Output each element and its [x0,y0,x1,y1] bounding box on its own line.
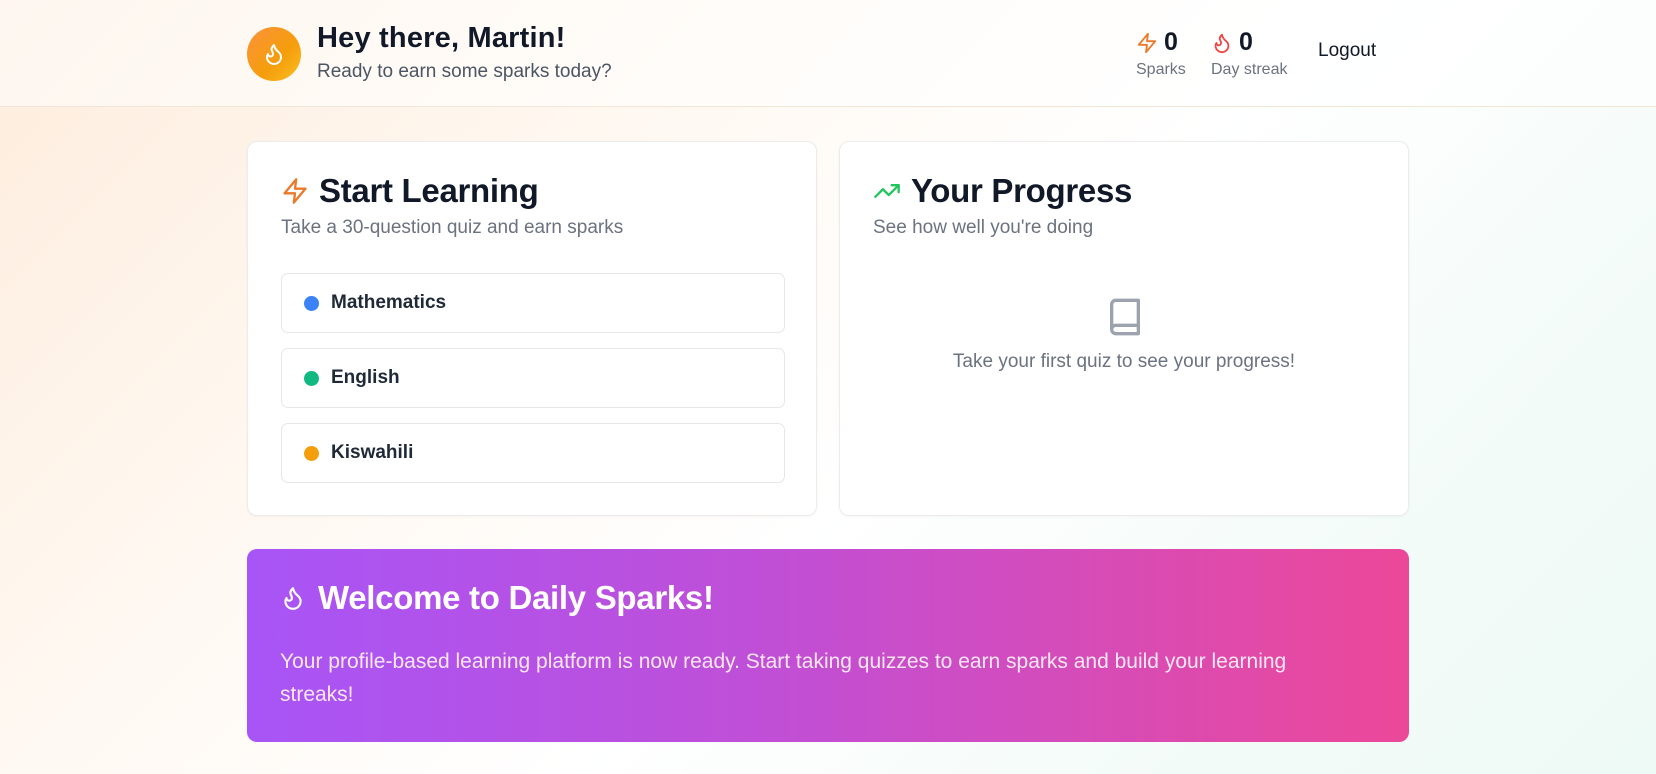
greeting-subtitle: Ready to earn some sparks today? [317,61,612,82]
bolt-icon [1137,32,1157,53]
subject-name: English [331,367,400,388]
streak-count: 0 [1239,28,1253,56]
streak-stat: 0 Day streak [1211,28,1287,79]
flame-icon [266,44,282,65]
book-icon [1110,298,1140,336]
sparks-label: Sparks [1136,61,1186,78]
subject-kiswahili-button[interactable]: Kiswahili [281,423,785,483]
streak-label: Day streak [1211,61,1288,78]
flame-icon [1214,33,1230,53]
start-learning-title: Start Learning [319,172,539,209]
start-learning-card: Start Learning Take a 30-question quiz a… [247,141,817,516]
sparks-count: 0 [1164,28,1178,56]
sparks-stat: 0 Sparks [1136,28,1186,79]
subject-mathematics-button[interactable]: Mathematics [281,273,785,333]
your-progress-subtitle: See how well you're doing [873,217,1094,238]
subject-name: Mathematics [331,292,447,313]
subject-color-dot [304,370,319,386]
subject-name: Kiswahili [331,442,414,463]
avatar [247,27,301,81]
bolt-icon [283,178,307,204]
flame-icon [284,587,302,610]
logout-button[interactable]: Logout [1318,40,1376,62]
progress-empty-message: Take your first quiz to see your progres… [952,351,1296,372]
greeting-title: Hey there, Martin! [317,22,566,54]
welcome-banner-title: Welcome to Daily Sparks! [318,579,714,616]
your-progress-heading: Your Progress [873,172,1132,210]
your-progress-title: Your Progress [911,172,1133,209]
welcome-banner-heading: Welcome to Daily Sparks! [280,579,714,617]
welcome-banner-text: Your profile-based learning platform is … [280,650,1287,706]
subject-color-dot [304,445,319,461]
welcome-banner: Welcome to Daily Sparks! Your profile-ba… [247,549,1409,742]
top-header: Hey there, Martin! Ready to earn some sp… [0,0,1656,107]
your-progress-card: Your Progress See how well you're doing … [839,141,1409,516]
start-learning-subtitle: Take a 30-question quiz and earn sparks [281,217,624,238]
subject-color-dot [304,295,319,311]
subject-english-button[interactable]: English [281,348,785,408]
trending-up-icon [874,184,900,198]
start-learning-heading: Start Learning [281,172,539,210]
